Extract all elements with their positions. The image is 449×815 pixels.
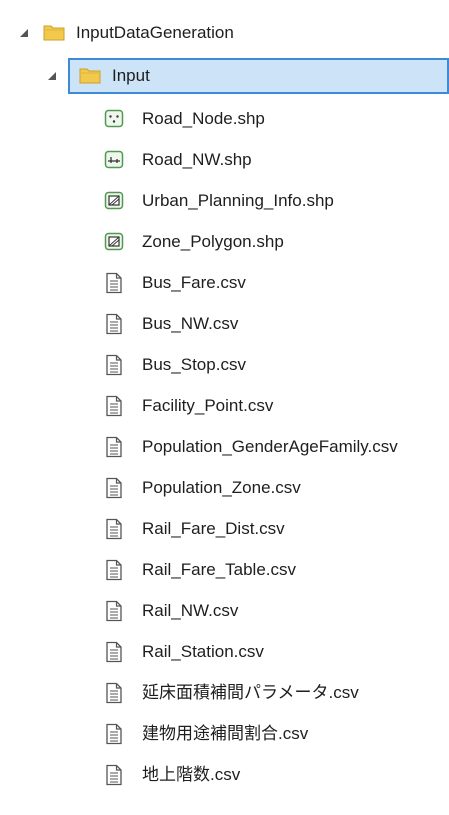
tree-item-rail-nw-csv[interactable]: Rail_NW.csv xyxy=(0,591,449,631)
tree-item-rail-fare-table-csv[interactable]: Rail_Fare_Table.csv xyxy=(0,550,449,590)
text-file-icon xyxy=(104,354,124,376)
tree-item-label: 地上階数.csv xyxy=(142,765,241,784)
text-file-icon xyxy=(104,395,124,417)
tree-item-road-nw-shp[interactable]: Road_NW.shp xyxy=(0,140,449,180)
tree-item-bus-nw-csv[interactable]: Bus_NW.csv xyxy=(0,304,449,344)
tree-node-input-folder[interactable]: Input xyxy=(0,56,449,96)
tree-node-label: InputDataGeneration xyxy=(76,23,234,42)
tree-item-label: Population_Zone.csv xyxy=(142,478,301,497)
tree-item-label: Rail_NW.csv xyxy=(142,601,239,620)
tree-node-root-folder[interactable]: InputDataGeneration xyxy=(0,13,449,53)
text-file-icon xyxy=(104,272,124,294)
tree-item-label: Rail_Station.csv xyxy=(142,642,264,661)
expanded-caret-icon[interactable] xyxy=(20,29,28,37)
tree-item-label: Zone_Polygon.shp xyxy=(142,232,284,251)
tree-item-label: Rail_Fare_Table.csv xyxy=(142,560,297,579)
tree-item-bus-stop-csv[interactable]: Bus_Stop.csv xyxy=(0,345,449,385)
point-layer-icon xyxy=(104,108,124,130)
text-file-icon xyxy=(104,764,124,786)
tree-item-label: Population_GenderAgeFamily.csv xyxy=(142,437,398,456)
tree-item-label: 延床面積補間パラメータ.csv xyxy=(142,683,359,702)
tree-item-label: 建物用途補間割合.csv xyxy=(142,724,309,743)
tree-item-floors-above-ground-csv[interactable]: 地上階数.csv xyxy=(0,755,449,795)
tree-item-road-node-shp[interactable]: Road_Node.shp xyxy=(0,99,449,139)
folder-icon xyxy=(43,23,65,41)
tree-item-building-use-interp-ratio-csv[interactable]: 建物用途補間割合.csv xyxy=(0,714,449,754)
tree-item-zone-polygon-shp[interactable]: Zone_Polygon.shp xyxy=(0,222,449,262)
text-file-icon xyxy=(104,518,124,540)
tree-node-label: Input xyxy=(112,66,150,85)
text-file-icon xyxy=(104,477,124,499)
expanded-caret-icon[interactable] xyxy=(48,72,56,80)
folder-icon xyxy=(79,66,101,84)
line-layer-icon xyxy=(104,149,124,171)
tree-item-label: Bus_Fare.csv xyxy=(142,273,246,292)
tree-item-population-zone-csv[interactable]: Population_Zone.csv xyxy=(0,468,449,508)
tree-item-label: Rail_Fare_Dist.csv xyxy=(142,519,285,538)
text-file-icon xyxy=(104,641,124,663)
tree-item-label: Road_Node.shp xyxy=(142,109,265,128)
tree-item-label: Urban_Planning_Info.shp xyxy=(142,191,334,210)
text-file-icon xyxy=(104,723,124,745)
tree-item-rail-fare-dist-csv[interactable]: Rail_Fare_Dist.csv xyxy=(0,509,449,549)
tree-item-label: Bus_NW.csv xyxy=(142,314,239,333)
tree-item-rail-station-csv[interactable]: Rail_Station.csv xyxy=(0,632,449,672)
text-file-icon xyxy=(104,559,124,581)
text-file-icon xyxy=(104,313,124,335)
polygon-layer-icon xyxy=(104,231,124,253)
tree-item-label: Road_NW.shp xyxy=(142,150,252,169)
tree-item-label: Bus_Stop.csv xyxy=(142,355,246,374)
text-file-icon xyxy=(104,682,124,704)
tree-item-facility-point-csv[interactable]: Facility_Point.csv xyxy=(0,386,449,426)
polygon-layer-icon xyxy=(104,190,124,212)
tree-item-label: Facility_Point.csv xyxy=(142,396,274,415)
tree-item-floor-area-interp-params-csv[interactable]: 延床面積補間パラメータ.csv xyxy=(0,673,449,713)
tree-item-bus-fare-csv[interactable]: Bus_Fare.csv xyxy=(0,263,449,303)
tree-item-population-genderagefamily-csv[interactable]: Population_GenderAgeFamily.csv xyxy=(0,427,449,467)
text-file-icon xyxy=(104,436,124,458)
catalog-tree: InputDataGeneration Input Road_Node.shp xyxy=(0,0,449,815)
tree-item-urban-planning-info-shp[interactable]: Urban_Planning_Info.shp xyxy=(0,181,449,221)
text-file-icon xyxy=(104,600,124,622)
